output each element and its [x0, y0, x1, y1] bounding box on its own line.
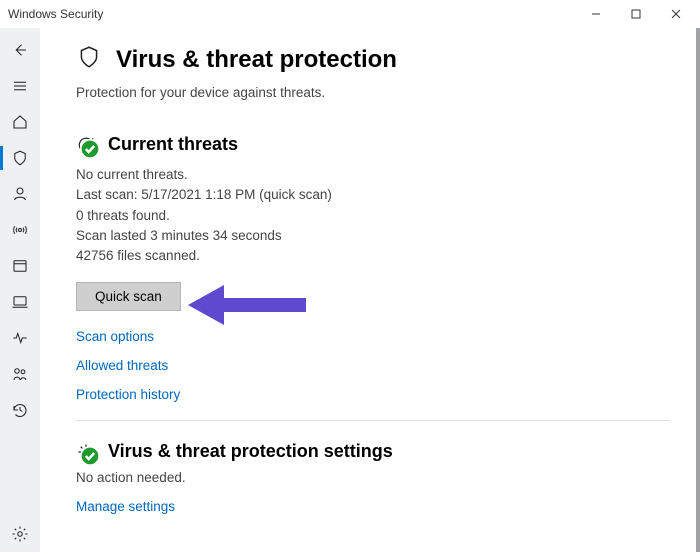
sidebar-item-protection-history[interactable] — [0, 392, 40, 428]
close-button[interactable] — [656, 0, 696, 28]
files-scanned-text: 42756 files scanned. — [76, 246, 670, 266]
maximize-button[interactable] — [616, 0, 656, 28]
sidebar-item-home[interactable] — [0, 104, 40, 140]
protection-settings-status: No action needed. — [76, 470, 670, 485]
refresh-icon — [76, 135, 96, 155]
page-subtitle: Protection for your device against threa… — [76, 85, 670, 100]
protection-history-link[interactable]: Protection history — [76, 387, 670, 402]
shield-icon — [76, 44, 102, 75]
main-content: Virus & threat protection Protection for… — [40, 28, 700, 552]
last-scan-text: Last scan: 5/17/2021 1:18 PM (quick scan… — [76, 185, 670, 205]
minimize-button[interactable] — [576, 0, 616, 28]
window-title: Windows Security — [8, 7, 103, 21]
sidebar-item-account-protection[interactable] — [0, 176, 40, 212]
sidebar-item-device-security[interactable] — [0, 284, 40, 320]
menu-button[interactable] — [0, 68, 40, 104]
protection-settings-section: Virus & threat protection settings No ac… — [76, 441, 670, 514]
sidebar-item-firewall[interactable] — [0, 212, 40, 248]
titlebar: Windows Security — [0, 0, 700, 28]
protection-settings-title: Virus & threat protection settings — [108, 441, 393, 462]
sidebar-item-settings[interactable] — [0, 516, 40, 552]
manage-settings-link[interactable]: Manage settings — [76, 499, 670, 514]
scan-duration-text: Scan lasted 3 minutes 34 seconds — [76, 226, 670, 246]
sidebar — [0, 28, 40, 552]
allowed-threats-link[interactable]: Allowed threats — [76, 358, 670, 373]
sidebar-item-virus-protection[interactable] — [0, 140, 40, 176]
sidebar-item-device-performance[interactable] — [0, 320, 40, 356]
scan-options-link[interactable]: Scan options — [76, 329, 670, 344]
quick-scan-button[interactable]: Quick scan — [76, 282, 181, 311]
sidebar-item-family-options[interactable] — [0, 356, 40, 392]
threats-found-text: 0 threats found. — [76, 206, 670, 226]
back-button[interactable] — [0, 32, 40, 68]
divider — [76, 420, 670, 421]
page-title: Virus & threat protection — [116, 46, 397, 74]
no-threats-text: No current threats. — [76, 165, 670, 185]
current-threats-section: Current threats No current threats. Last… — [76, 134, 670, 402]
sidebar-item-app-browser-control[interactable] — [0, 248, 40, 284]
current-threats-title: Current threats — [108, 134, 238, 155]
gear-shield-icon — [76, 442, 96, 462]
